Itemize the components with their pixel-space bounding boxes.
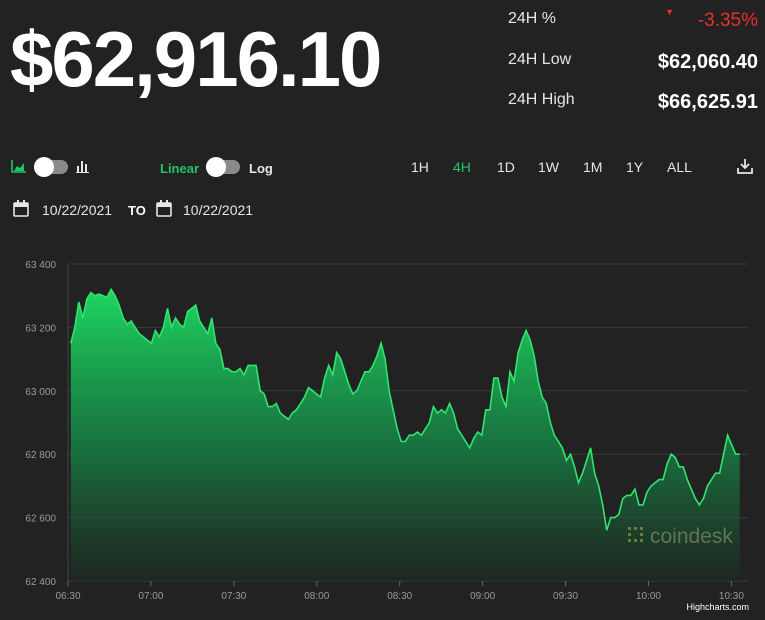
- scale-toggle[interactable]: [206, 157, 240, 177]
- range-1y[interactable]: 1Y: [626, 159, 643, 175]
- y-tick-label: 62 400: [25, 577, 56, 588]
- date-from-input[interactable]: 10/22/2021: [42, 202, 112, 218]
- x-tick-label: 08:30: [387, 591, 412, 602]
- date-to-label: TO: [128, 203, 146, 218]
- scale-linear-label[interactable]: Linear: [160, 161, 199, 176]
- x-tick-label: 07:30: [221, 591, 246, 602]
- watermark-text: coindesk: [650, 525, 733, 548]
- scale-log-label[interactable]: Log: [249, 161, 273, 176]
- stat-24h-low: 24H Low $62,060.40: [508, 51, 758, 75]
- bar-chart-icon[interactable]: [76, 159, 90, 173]
- x-tick-label: 10:00: [636, 591, 661, 602]
- stat-value: $62,060.40: [657, 51, 758, 73]
- y-tick-label: 63 000: [25, 387, 56, 398]
- calendar-icon[interactable]: [156, 200, 172, 217]
- range-1h[interactable]: 1H: [411, 159, 429, 175]
- x-tick-label: 06:30: [55, 591, 80, 602]
- y-tick-label: 62 600: [25, 514, 56, 525]
- date-range-picker: 10/22/2021 TO 10/22/2021: [0, 196, 765, 224]
- y-tick-label: 63 200: [25, 323, 56, 334]
- stat-label: 24H High: [508, 91, 575, 108]
- stat-label: 24H Low: [508, 51, 572, 68]
- range-all[interactable]: ALL: [667, 159, 692, 175]
- range-1d[interactable]: 1D: [497, 159, 515, 175]
- toggle-knob: [206, 157, 226, 177]
- range-1w[interactable]: 1W: [538, 159, 559, 175]
- x-tick-label: 08:00: [304, 591, 329, 602]
- stat-value: $66,625.91: [657, 91, 758, 113]
- y-axis: 62 400 62 600 62 800 63 000 63 200 63 400: [25, 260, 69, 588]
- stat-24h-high: 24H High $66,625.91: [508, 91, 758, 115]
- x-axis: 06:30 07:00 07:30 08:00 08:30 09:00 09:30 10:00…: [55, 581, 744, 602]
- chart-toolbar: Linear Log 1H 4H 1D 1W 1M 1Y ALL: [0, 150, 765, 184]
- area-chart-icon[interactable]: [11, 159, 27, 173]
- current-price: $62,916.10: [10, 15, 382, 103]
- toggle-knob: [34, 157, 54, 177]
- x-tick-label: 09:30: [553, 591, 578, 602]
- download-icon[interactable]: [737, 158, 753, 174]
- x-tick-label: 10:30: [719, 591, 744, 602]
- y-tick-label: 63 400: [25, 260, 56, 271]
- stat-label: 24H %: [508, 10, 557, 27]
- down-arrow-icon: ▼: [665, 7, 674, 17]
- chart-credit[interactable]: Highcharts.com: [686, 602, 749, 612]
- price-chart[interactable]: 62 400 62 600 62 800 63 000 63 200 63 400 06:…: [0, 240, 765, 610]
- range-1m[interactable]: 1M: [583, 159, 602, 175]
- calendar-icon[interactable]: [13, 200, 29, 217]
- price-area: [70, 289, 740, 581]
- stat-24h-change: 24H % ▼ -3.35%: [508, 7, 758, 34]
- range-4h[interactable]: 4H: [453, 159, 471, 175]
- chart-type-toggle[interactable]: [34, 157, 68, 177]
- date-to-input[interactable]: 10/22/2021: [183, 202, 253, 218]
- x-tick-label: 09:00: [470, 591, 495, 602]
- x-tick-label: 07:00: [138, 591, 163, 602]
- stat-value: -3.35%: [697, 10, 758, 31]
- y-tick-label: 62 800: [25, 450, 56, 461]
